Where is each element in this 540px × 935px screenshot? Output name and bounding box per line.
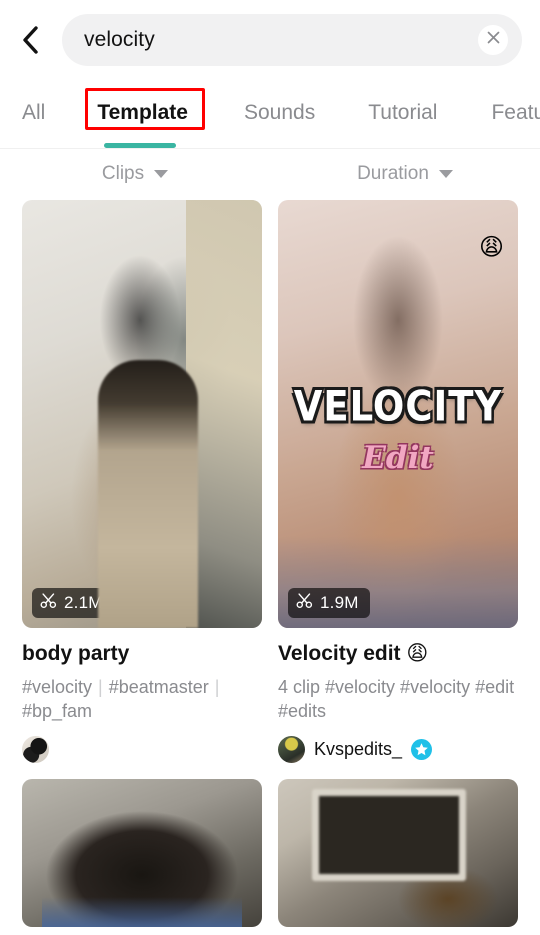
verified-badge-icon [411, 738, 433, 760]
chevron-down-icon [438, 170, 453, 178]
card-tag[interactable]: #velocity [22, 677, 92, 697]
card-tag[interactable]: #beatmaster [109, 677, 209, 697]
template-card[interactable] [278, 779, 518, 928]
tab-sounds[interactable]: Sounds [244, 95, 315, 131]
template-card[interactable]: 😩 VELOCITY Edit 1.9M Velocity edit 😩 4 c… [278, 200, 518, 763]
chevron-down-icon [154, 170, 169, 178]
filter-duration[interactable]: Duration [270, 152, 540, 196]
template-card[interactable]: 2.1M body party #velocity | #beatmaster |#b… [22, 200, 262, 763]
filter-clips-label: Clips [101, 163, 145, 184]
card-author[interactable]: Kvspedits_ [278, 735, 518, 763]
tab-all[interactable]: All [22, 95, 45, 131]
scissors-icon [296, 592, 313, 614]
chevron-left-icon [19, 25, 43, 55]
back-button[interactable] [0, 9, 62, 71]
search-bar[interactable]: velocity [62, 14, 522, 66]
card-author[interactable] [22, 735, 262, 763]
card-title: Velocity edit 😩 [278, 642, 429, 665]
tag-separator: | [98, 676, 103, 697]
avatar [22, 735, 49, 763]
thumbnail-overlay-text: VELOCITY Edit [278, 382, 518, 476]
card-tags: #velocity | #beatmaster |#bp_fam [22, 676, 262, 724]
card-tag[interactable]: #bp_fam [22, 701, 92, 721]
scissors-icon [40, 592, 57, 614]
clip-count-text: 2.1M [64, 593, 103, 612]
clip-count-badge: 1.9M [288, 588, 370, 618]
tab-feature[interactable]: Feature [491, 95, 540, 131]
overlay-main-text: VELOCITY [293, 382, 503, 431]
filter-duration-label: Duration [357, 163, 429, 184]
results-grid: 2.1M body party #velocity | #beatmaster |#b… [22, 200, 518, 928]
avatar [278, 735, 305, 763]
clip-count-badge: 2.1M [32, 588, 114, 618]
clip-count-text: 1.9M [320, 593, 359, 612]
tag-separator: | [214, 676, 220, 697]
template-thumbnail[interactable] [278, 779, 518, 928]
tab-tutorial[interactable]: Tutorial [368, 95, 437, 131]
search-header: velocity [0, 0, 540, 80]
tabs-divider [0, 148, 540, 149]
clear-search-button[interactable] [478, 25, 508, 55]
template-card[interactable] [22, 779, 262, 928]
tab-template[interactable]: Template [97, 95, 188, 131]
template-thumbnail[interactable]: 😩 VELOCITY Edit 1.9M [278, 200, 518, 628]
template-thumbnail[interactable] [22, 779, 262, 928]
card-title: body party [22, 642, 130, 665]
author-name: Kvspedits_ [314, 738, 403, 759]
overlay-sub-text: Edit [362, 440, 434, 476]
filter-row: Clips Duration [0, 152, 540, 196]
search-results-screen: velocity All Template Sounds Tutorial Fe… [0, 0, 540, 935]
close-icon [486, 30, 501, 50]
category-tabs: All Template Sounds Tutorial Feature [0, 80, 540, 146]
filter-clips[interactable]: Clips [0, 152, 270, 196]
thumbnail-emoji: 😩 [478, 234, 504, 261]
card-tags: 4 clip #velocity #velocity #edit #edits [278, 676, 515, 721]
template-thumbnail[interactable]: 2.1M [22, 200, 262, 628]
search-input[interactable]: velocity [62, 14, 478, 66]
